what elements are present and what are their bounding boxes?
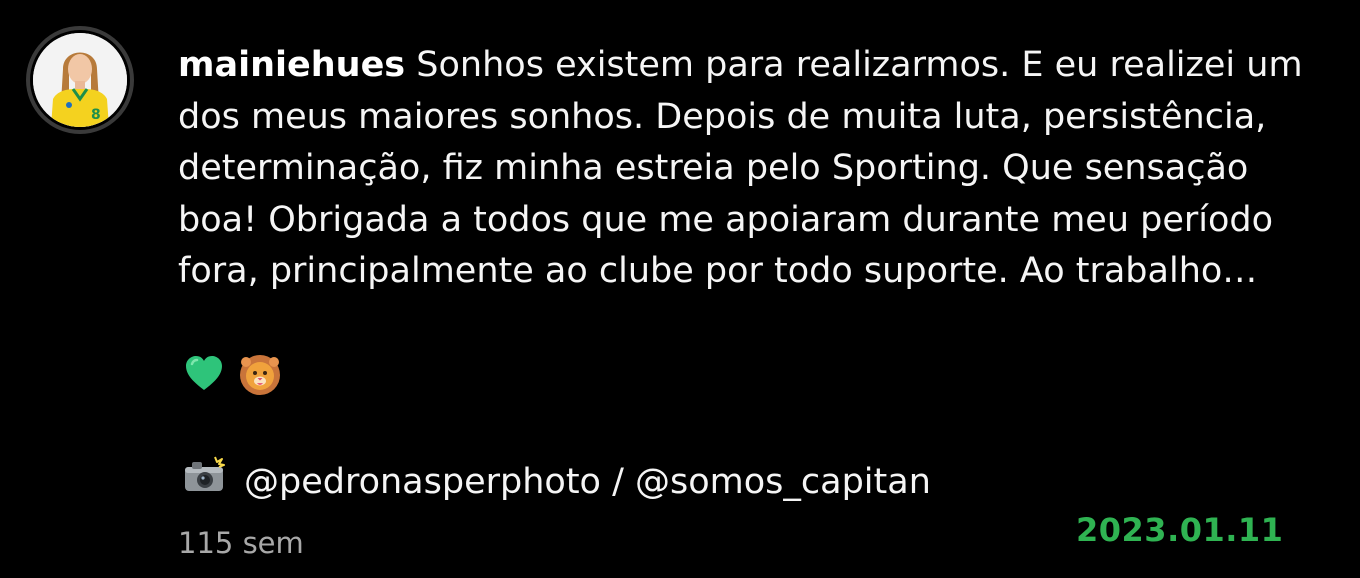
caption-line: boa! Obrigada a todos que me apoiaram du… [178,199,1274,240]
camera-flash-icon [182,455,226,508]
post-caption: mainiehues Sonhos existem para realizarm… [178,40,1318,298]
green-heart-icon [182,352,226,400]
emoji-row [182,352,282,400]
caption-line: fora, principalmente ao clube por todo s… [178,251,1258,291]
svg-text:8: 8 [91,107,101,123]
avatar-ring[interactable]: 8 [26,26,134,134]
lion-face-icon [238,352,282,400]
username-link[interactable]: mainiehues [178,45,405,85]
avatar-photo: 8 [33,33,127,127]
caption-line: dos meus maiores sonhos. Depois de muita… [178,96,1267,137]
caption-line: Sonhos existem para realizarmos. E eu re… [416,45,1303,85]
date-stamp: 2023.01.11 [1076,511,1284,549]
post-time-ago: 115 sem [178,526,304,560]
photo-credit-text[interactable]: @pedronasperphoto / @somos_capitan [244,458,931,506]
caption-line: determinação, fiz minha estreia pelo Spo… [178,148,1249,188]
avatar[interactable]: 8 [33,33,127,127]
photo-credit: @pedronasperphoto / @somos_capitan [182,455,931,508]
